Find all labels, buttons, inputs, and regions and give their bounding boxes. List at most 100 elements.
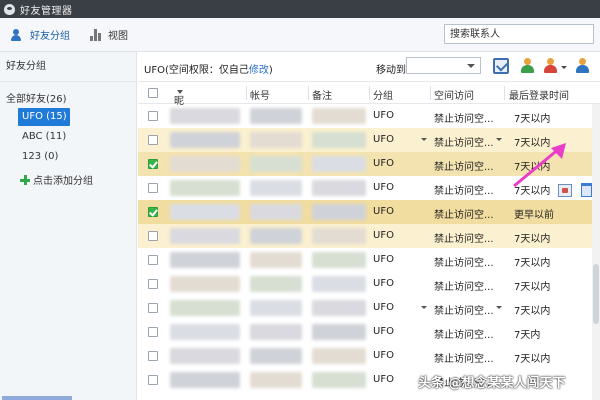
all-friends-item[interactable]: 全部好友(26)	[6, 90, 143, 105]
redacted-cell	[312, 348, 366, 364]
sidebar-header: 好友分组	[0, 52, 136, 82]
table-row[interactable]: UFO 禁止访问空... 7天以内	[138, 224, 600, 248]
friend-settings-icon[interactable]	[575, 58, 591, 74]
group-cell: UFO	[373, 230, 394, 241]
row-checkbox[interactable]	[148, 159, 158, 169]
row-checkbox[interactable]	[148, 111, 158, 121]
group-sidebar: 好友分组 全部好友(26) UFO (15) ABC (11) 123 (0) …	[0, 52, 137, 400]
last-login-cell: 7天以内	[514, 234, 551, 245]
column-last-login[interactable]: 最后登录时间	[509, 87, 569, 102]
send-message-icon[interactable]	[493, 58, 509, 74]
redacted-cell	[170, 348, 240, 364]
space-access-cell[interactable]: 禁止访问空...	[434, 278, 494, 293]
chevron-down-icon[interactable]	[421, 138, 427, 141]
space-access-cell[interactable]: 禁止访问空...	[434, 230, 494, 245]
space-access-cell[interactable]: 禁止访问空...	[434, 182, 494, 197]
column-remark[interactable]: 备注	[312, 87, 332, 102]
modify-permission-link[interactable]: 修改	[249, 65, 269, 76]
table-row[interactable]: UFO 禁止访问空... 7天以内	[138, 152, 600, 176]
row-checkbox[interactable]	[148, 207, 158, 217]
plus-icon	[20, 174, 30, 185]
last-login-cell: 7天以内	[514, 306, 551, 317]
row-checkbox[interactable]	[148, 279, 158, 289]
group-cell: UFO	[373, 302, 394, 313]
row-checkbox[interactable]	[148, 231, 158, 241]
redacted-cell	[312, 180, 366, 196]
move-to-select[interactable]	[406, 57, 481, 74]
table-row[interactable]: UFO 禁止访问空... 更早以前	[138, 200, 600, 224]
sidebar-item-123[interactable]: 123 (0)	[18, 148, 70, 166]
friends-group-label: 好友分组	[30, 31, 70, 42]
row-checkbox[interactable]	[148, 375, 158, 385]
group-cell: UFO	[373, 182, 394, 193]
space-access-cell[interactable]: 禁止访问空...	[434, 254, 494, 269]
chevron-down-icon[interactable]	[561, 66, 567, 69]
column-space-access[interactable]: 空间访问	[434, 87, 474, 102]
space-access-cell[interactable]: 禁止访问空...	[434, 326, 494, 341]
row-checkbox[interactable]	[148, 327, 158, 337]
view-button[interactable]: 视图	[80, 18, 138, 51]
toolbar: 好友分组 视图	[0, 18, 600, 52]
redacted-cell	[250, 300, 302, 316]
scrollbar-thumb[interactable]	[593, 264, 599, 324]
redacted-cell	[250, 276, 302, 292]
trash-icon[interactable]	[581, 183, 592, 197]
space-access-cell[interactable]: 禁止访问空...	[434, 158, 494, 173]
table-header: 昵称 帐号 备注 分组 空间访问 最后登录时间	[138, 82, 600, 122]
redacted-cell	[170, 276, 240, 292]
chevron-down-icon[interactable]	[496, 306, 502, 309]
table-row[interactable]: UFO 禁止访问空... 7天内	[138, 320, 600, 344]
redacted-cell	[312, 324, 366, 340]
table-row[interactable]: UFO 禁止访问空... 7天以内	[138, 248, 600, 272]
space-access-cell[interactable]: 禁止访问空...	[434, 206, 494, 221]
redacted-cell	[312, 228, 366, 244]
edit-icon[interactable]	[558, 184, 572, 197]
group-cell: UFO	[373, 110, 394, 121]
permission-text: UFO(空间权限：仅自己修改)	[144, 65, 273, 76]
delete-friend-icon[interactable]	[543, 58, 559, 74]
redacted-cell	[312, 156, 366, 172]
space-access-cell[interactable]: 禁止访问空...	[434, 350, 494, 365]
table-row[interactable]: UFO 禁止访问空... 7天以内	[138, 128, 600, 152]
add-friend-icon[interactable]	[520, 58, 536, 74]
last-login-cell: 7天以内	[514, 162, 551, 173]
scrollbar[interactable]	[592, 104, 600, 400]
chevron-down-icon[interactable]	[421, 306, 427, 309]
redacted-cell	[170, 228, 240, 244]
last-login-cell: 7天以内	[514, 186, 551, 197]
sidebar-bottom-link[interactable]	[2, 396, 72, 400]
redacted-cell	[250, 156, 302, 172]
redacted-cell	[312, 204, 366, 220]
chevron-down-icon[interactable]	[496, 138, 502, 141]
column-account[interactable]: 帐号	[250, 87, 270, 102]
table-row[interactable]: UFO 禁止访问空... 7天以内	[138, 296, 600, 320]
row-checkbox[interactable]	[148, 183, 158, 193]
table-row[interactable]: UFO 禁止访问空... 7天以内	[138, 176, 600, 200]
last-login-cell: 7天以内	[514, 282, 551, 293]
search-input[interactable]	[444, 24, 594, 44]
redacted-cell	[250, 108, 302, 124]
row-checkbox[interactable]	[148, 351, 158, 361]
space-access-cell[interactable]: 禁止访问空...	[434, 134, 494, 149]
row-checkbox[interactable]	[148, 303, 158, 313]
select-all-checkbox[interactable]	[148, 88, 158, 98]
redacted-cell	[170, 372, 240, 388]
row-checkbox[interactable]	[148, 135, 158, 145]
column-nickname[interactable]: 昵称	[174, 87, 184, 122]
redacted-cell	[170, 132, 240, 148]
redacted-cell	[170, 108, 240, 124]
sidebar-item-abc[interactable]: ABC (11)	[18, 128, 70, 146]
add-group-button[interactable]: 点击添加分组	[20, 172, 157, 187]
redacted-cell	[250, 180, 302, 196]
row-checkbox[interactable]	[148, 255, 158, 265]
space-access-cell[interactable]: 禁止访问空...	[434, 302, 494, 317]
table-row[interactable]: UFO 禁止访问空... 7天以内	[138, 344, 600, 368]
bar-chart-icon	[90, 28, 103, 41]
space-access-cell[interactable]: 禁止访问空...	[434, 110, 494, 125]
table-row[interactable]: UFO 禁止访问空... 7天以内	[138, 272, 600, 296]
table-row[interactable]: UFO 禁止访问空... 7天以内	[138, 104, 600, 128]
friends-group-button[interactable]: 好友分组	[0, 18, 80, 51]
sidebar-item-ufo[interactable]: UFO (15)	[18, 108, 70, 126]
window-title: 好友管理器	[20, 5, 73, 17]
column-group[interactable]: 分组	[373, 87, 393, 102]
